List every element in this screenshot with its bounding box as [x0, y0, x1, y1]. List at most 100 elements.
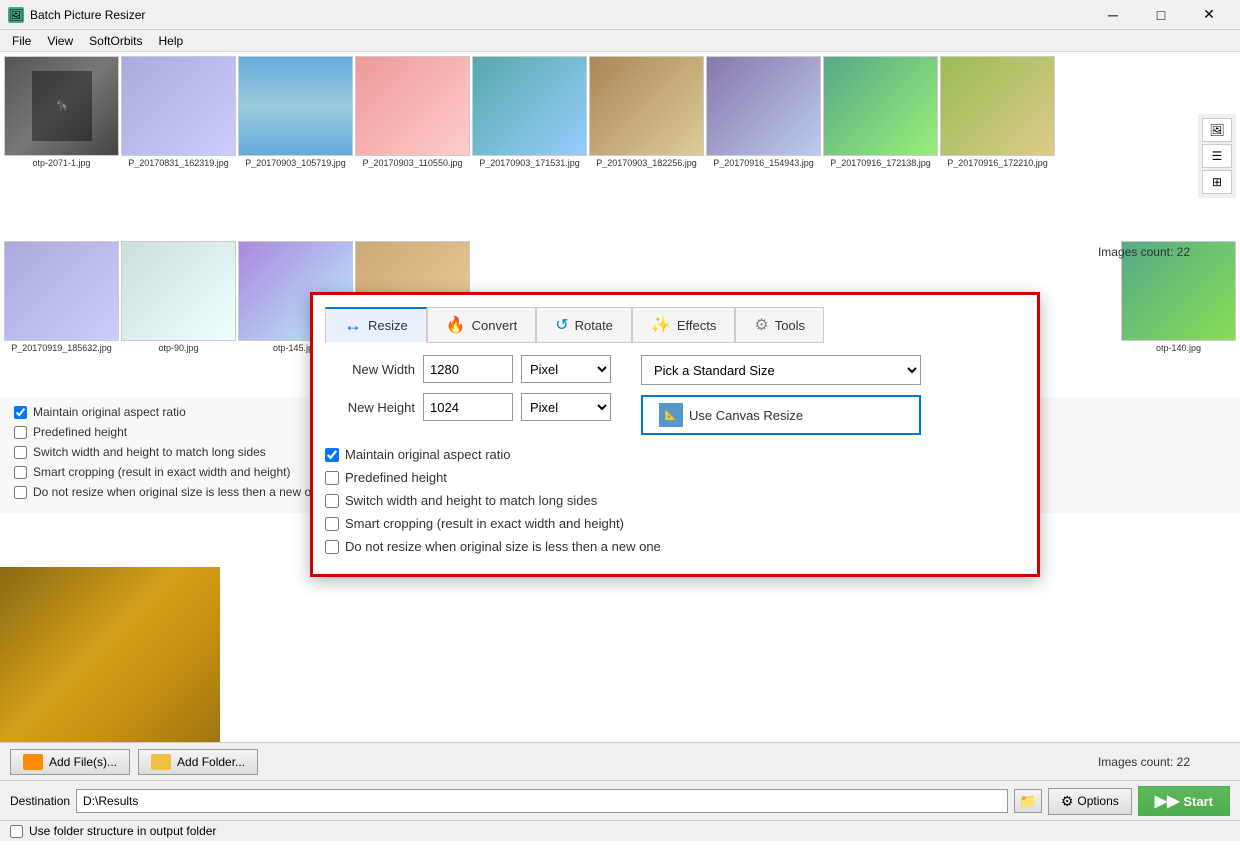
canvas-resize-button[interactable]: 📐 Use Canvas Resize [641, 395, 921, 435]
app-title: Batch Picture Resizer [30, 8, 1090, 22]
switch-sides-checkbox[interactable] [325, 494, 339, 508]
smart-crop-label: Smart cropping (result in exact width an… [345, 516, 624, 531]
rotate-tab-icon: ↺ [555, 315, 568, 335]
resize-tab-icon: ↔ [344, 315, 362, 336]
minimize-button[interactable]: ─ [1090, 0, 1136, 30]
thumbnail [121, 241, 236, 341]
thumbnail [4, 241, 119, 341]
add-files-button[interactable]: Add File(s)... [10, 749, 130, 775]
donot-resize-label: Do not resize when original size is less… [345, 539, 661, 554]
destination-bar: Destination 📁 ⚙ Options ▶▶ Start [0, 780, 1240, 821]
list-item[interactable]: P_20170916_172138.jpg [823, 56, 938, 233]
menu-view[interactable]: View [39, 32, 81, 50]
list-item[interactable]: P_20170831_162319.jpg [121, 56, 236, 233]
add-files-label: Add File(s)... [49, 755, 117, 769]
tab-tools[interactable]: ⚙ Tools [735, 307, 824, 343]
list-item[interactable]: P_20170919_185632.jpg [4, 241, 119, 368]
folder-structure-label: Use folder structure in output folder [29, 824, 216, 838]
lower-switch-checkbox[interactable] [14, 446, 27, 459]
list-item[interactable]: P_20170916_172210.jpg [940, 56, 1055, 233]
lower-smart-row: Smart cropping (result in exact width an… [14, 465, 325, 479]
add-buttons-bar: Add File(s)... Add Folder... Images coun… [0, 742, 1240, 781]
width-unit-select[interactable]: Pixel Percent cm inch [521, 355, 611, 383]
resize-tab-label: Resize [368, 318, 408, 333]
options-button[interactable]: ⚙ Options [1048, 788, 1132, 815]
lower-smart-checkbox[interactable] [14, 466, 27, 479]
panel-tabs: ↔ Resize 🔥 Convert ↺ Rotate ✨ Effects ⚙ [325, 307, 1025, 343]
new-width-row: New Width Pixel Percent cm inch [325, 355, 611, 383]
thumbnail-label: P_20170903_105719.jpg [245, 158, 346, 168]
start-button[interactable]: ▶▶ Start [1138, 786, 1230, 816]
new-width-input[interactable] [423, 355, 513, 383]
list-item[interactable]: P_20170903_105719.jpg [238, 56, 353, 233]
images-count: Images count: 22 [1098, 245, 1190, 259]
thumbnail [823, 56, 938, 156]
folder-checkbox-bar: Use folder structure in output folder [0, 820, 1240, 841]
thumbnail [940, 56, 1055, 156]
destination-input[interactable] [76, 789, 1008, 813]
thumbnail-label: otp-90.jpg [158, 343, 198, 353]
new-height-input[interactable] [423, 393, 513, 421]
switch-sides-label: Switch width and height to match long si… [345, 493, 597, 508]
convert-tab-icon: 🔥 [446, 315, 466, 335]
tab-resize[interactable]: ↔ Resize [325, 307, 427, 343]
list-item[interactable]: otp-90.jpg [121, 241, 236, 368]
new-height-label: New Height [325, 400, 415, 415]
standard-size-select[interactable]: Pick a Standard Size [641, 355, 921, 385]
list-item[interactable]: P_20170903_171531.jpg [472, 56, 587, 233]
thumbnail [589, 56, 704, 156]
smart-crop-checkbox[interactable] [325, 517, 339, 531]
menu-softorbits[interactable]: SoftOrbits [81, 32, 150, 50]
lower-maintain-label: Maintain original aspect ratio [33, 405, 186, 419]
lower-smart-label: Smart cropping (result in exact width an… [33, 465, 290, 479]
menu-file[interactable]: File [4, 32, 39, 50]
thumbnail-label: P_20170903_171531.jpg [479, 158, 580, 168]
list-item[interactable]: 🦍 otp-2071-1.jpg [4, 56, 119, 233]
thumbnail-label: otp-2071-1.jpg [32, 158, 90, 168]
image-strip-1: 🦍 otp-2071-1.jpg P_20170831_162319.jpg P… [0, 52, 1240, 237]
effects-tab-label: Effects [677, 318, 717, 333]
title-bar: 🖼 Batch Picture Resizer ─ □ ✕ [0, 0, 1240, 30]
menu-help[interactable]: Help [151, 32, 192, 50]
tab-rotate[interactable]: ↺ Rotate [536, 307, 632, 343]
list-item[interactable]: P_20170916_154943.jpg [706, 56, 821, 233]
maintain-ratio-label: Maintain original aspect ratio [345, 447, 510, 462]
tab-convert[interactable]: 🔥 Convert [427, 307, 536, 343]
list-item[interactable]: otp-140.jpg [1121, 241, 1236, 368]
list-item[interactable]: P_20170903_110550.jpg [355, 56, 470, 233]
smart-crop-row: Smart cropping (result in exact width an… [325, 516, 1025, 531]
thumbnail-label: otp-140.jpg [1156, 343, 1201, 353]
tab-effects[interactable]: ✨ Effects [632, 307, 735, 343]
donot-resize-checkbox[interactable] [325, 540, 339, 554]
lower-switch-label: Switch width and height to match long si… [33, 445, 266, 459]
lower-maintain-checkbox[interactable] [14, 406, 27, 419]
tool-btn-3[interactable]: ⊞ [1202, 170, 1232, 194]
height-unit-select[interactable]: Pixel Percent cm inch [521, 393, 611, 421]
tools-tab-label: Tools [775, 318, 805, 333]
close-button[interactable]: ✕ [1186, 0, 1232, 30]
window-controls: ─ □ ✕ [1090, 0, 1232, 30]
thumbnail [706, 56, 821, 156]
maintain-ratio-checkbox[interactable] [325, 448, 339, 462]
effects-tab-icon: ✨ [651, 315, 671, 335]
tool-btn-2[interactable]: ☰ [1202, 144, 1232, 168]
switch-sides-row: Switch width and height to match long si… [325, 493, 1025, 508]
add-folder-button[interactable]: Add Folder... [138, 749, 258, 775]
lower-donot-checkbox[interactable] [14, 486, 27, 499]
lower-donot-label: Do not resize when original size is less… [33, 485, 325, 499]
app-icon: 🖼 [8, 7, 24, 23]
menu-bar: File View SoftOrbits Help [0, 30, 1240, 52]
tool-btn-1[interactable]: 🖼 [1202, 118, 1232, 142]
lower-predefined-checkbox[interactable] [14, 426, 27, 439]
add-folder-label: Add Folder... [177, 755, 245, 769]
maximize-button[interactable]: □ [1138, 0, 1184, 30]
thumbnail-label: P_20170919_185632.jpg [11, 343, 112, 353]
thumbnail [238, 56, 353, 156]
predefined-height-checkbox[interactable] [325, 471, 339, 485]
canvas-icon: 📐 [659, 403, 683, 427]
thumbnail [472, 56, 587, 156]
list-item[interactable]: P_20170903_182256.jpg [589, 56, 704, 233]
folder-structure-checkbox[interactable] [10, 825, 23, 838]
tools-tab-icon: ⚙ [754, 315, 768, 335]
browse-button[interactable]: 📁 [1014, 789, 1042, 813]
